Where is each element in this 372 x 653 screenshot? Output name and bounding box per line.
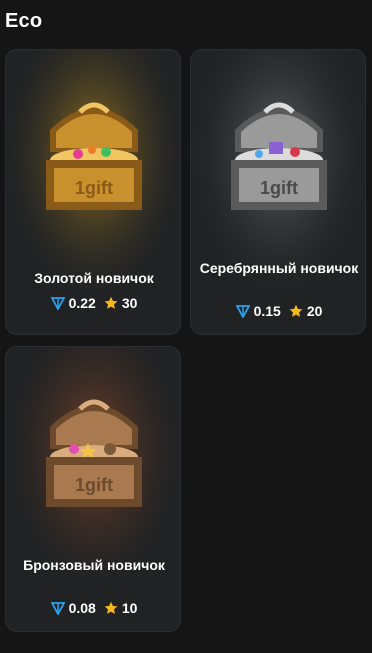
case-prices: 0.22 30	[6, 295, 180, 311]
ton-diamond-icon	[235, 304, 250, 318]
case-card-gold[interactable]: 1gift Золотой новичок 0.22 30	[5, 49, 181, 335]
section-title: Eco	[5, 10, 43, 32]
chest-label: 1gift	[260, 178, 298, 198]
ton-diamond-icon	[50, 601, 65, 615]
ton-diamond-icon	[50, 296, 65, 310]
star-price: 30	[104, 295, 138, 311]
ton-price: 0.22	[50, 295, 96, 311]
case-card-bronze[interactable]: 1gift Бронзовый новичок 0.08 10	[5, 346, 181, 632]
treasure-chest-image: 1gift	[28, 387, 160, 519]
ton-price: 0.15	[235, 303, 281, 319]
ton-price-value: 0.15	[253, 303, 281, 319]
star-icon	[104, 296, 118, 310]
case-title: Золотой новичок	[34, 270, 154, 286]
ton-price-value: 0.08	[68, 600, 96, 616]
star-price: 10	[104, 600, 138, 616]
ton-price: 0.08	[50, 600, 96, 616]
star-price: 20	[289, 303, 323, 319]
star-icon	[289, 304, 303, 318]
ton-price-value: 0.22	[68, 295, 96, 311]
treasure-chest-image: 1gift	[28, 90, 160, 222]
treasure-chest-image: 1gift	[213, 90, 345, 222]
case-title: Серебрянный новичок	[199, 260, 359, 276]
case-prices: 0.15 20	[191, 303, 365, 319]
chest-label: 1gift	[75, 475, 113, 495]
star-icon	[104, 601, 118, 615]
star-price-value: 20	[306, 303, 323, 319]
case-card-silver[interactable]: 1gift Серебрянный новичок 0.15 20	[190, 49, 366, 335]
star-price-value: 10	[121, 600, 138, 616]
case-prices: 0.08 10	[6, 600, 180, 616]
chest-label: 1gift	[75, 178, 113, 198]
star-price-value: 30	[121, 295, 138, 311]
case-title: Бронзовый новичок	[23, 557, 165, 573]
